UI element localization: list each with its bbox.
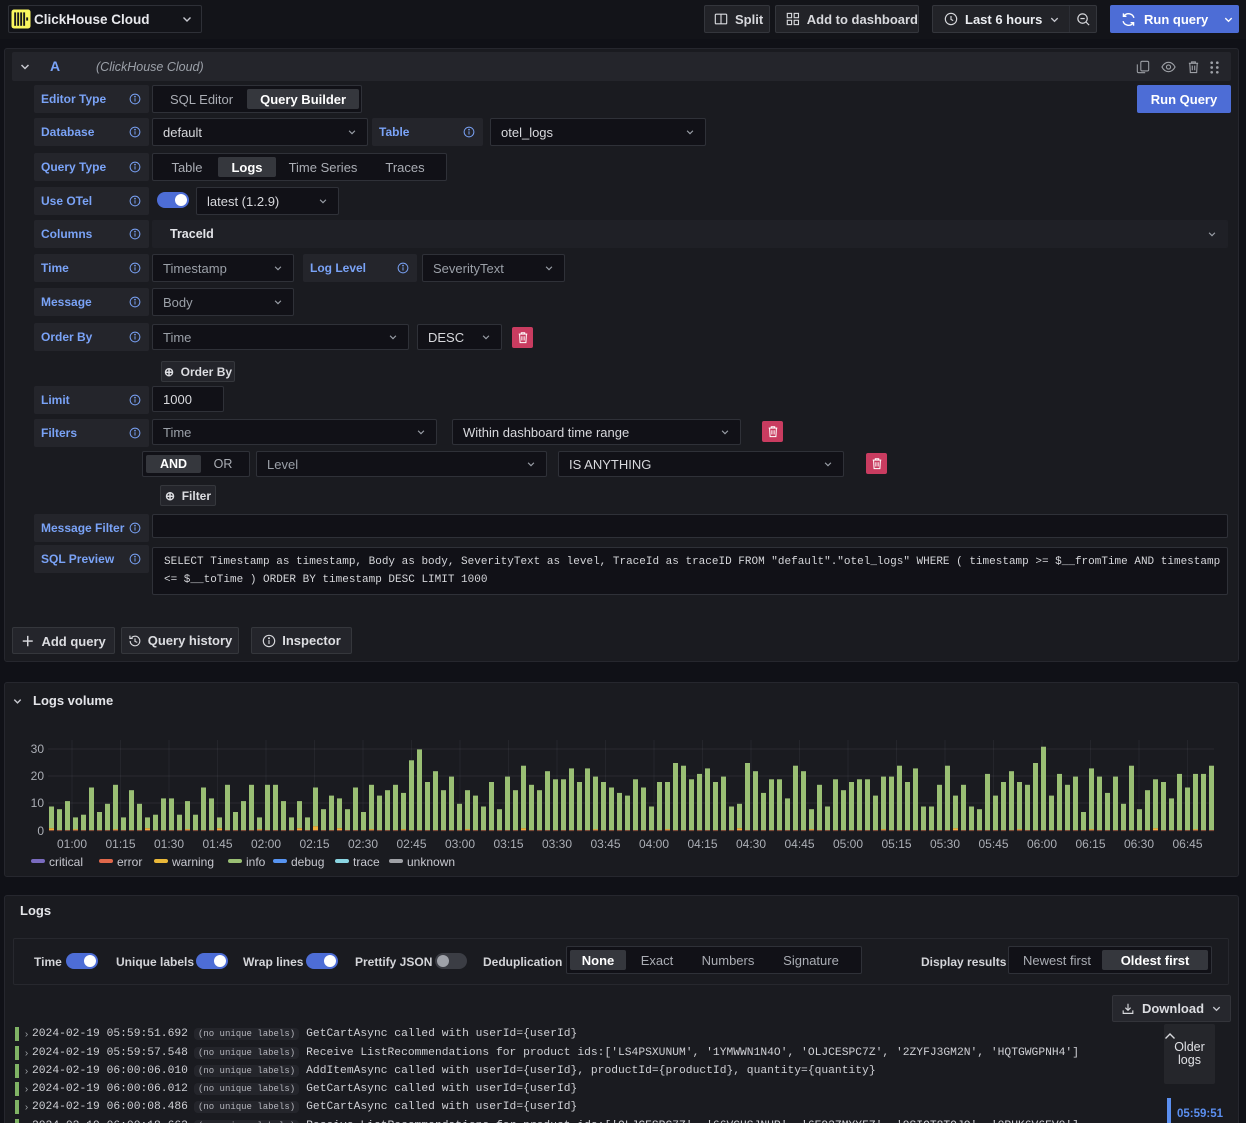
svg-text:05:45: 05:45 (978, 837, 1008, 851)
svg-text:05:00: 05:00 (833, 837, 863, 851)
svg-text:03:30: 03:30 (542, 837, 572, 851)
svg-text:debug: debug (291, 855, 324, 869)
svg-text:warning: warning (171, 855, 214, 869)
svg-text:04:00: 04:00 (639, 837, 669, 851)
svg-text:01:45: 01:45 (202, 837, 232, 851)
svg-text:03:00: 03:00 (445, 837, 475, 851)
svg-text:error: error (117, 855, 142, 869)
svg-text:01:00: 01:00 (57, 837, 87, 851)
svg-text:trace: trace (353, 855, 380, 869)
svg-text:02:15: 02:15 (299, 837, 329, 851)
svg-text:06:30: 06:30 (1124, 837, 1154, 851)
svg-text:02:30: 02:30 (348, 837, 378, 851)
svg-text:20: 20 (31, 769, 45, 783)
svg-text:critical: critical (49, 855, 83, 869)
svg-text:03:45: 03:45 (590, 837, 620, 851)
svg-text:05:30: 05:30 (930, 837, 960, 851)
svg-text:01:15: 01:15 (105, 837, 135, 851)
svg-text:04:15: 04:15 (687, 837, 717, 851)
svg-text:04:45: 04:45 (784, 837, 814, 851)
svg-text:01:30: 01:30 (154, 837, 184, 851)
svg-text:02:45: 02:45 (396, 837, 426, 851)
svg-text:05:15: 05:15 (881, 837, 911, 851)
svg-text:30: 30 (31, 742, 45, 756)
svg-text:06:00: 06:00 (1027, 837, 1057, 851)
svg-text:02:00: 02:00 (251, 837, 281, 851)
svg-text:info: info (246, 855, 266, 869)
svg-text:06:15: 06:15 (1075, 837, 1105, 851)
svg-text:0: 0 (37, 824, 44, 838)
svg-text:06:45: 06:45 (1172, 837, 1202, 851)
svg-text:03:15: 03:15 (493, 837, 523, 851)
svg-text:unknown: unknown (407, 855, 455, 869)
svg-text:10: 10 (31, 796, 45, 810)
svg-text:04:30: 04:30 (736, 837, 766, 851)
